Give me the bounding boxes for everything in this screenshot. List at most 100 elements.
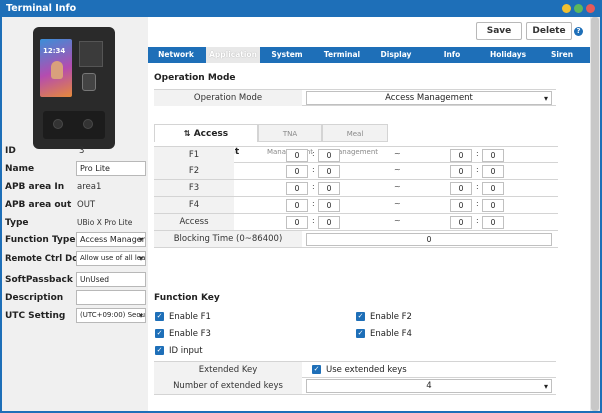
- type-row: Type UBio X Pro Lite: [5, 214, 148, 232]
- type-value: UBio X Pro Lite: [77, 218, 133, 227]
- apb-out-value: OUT: [77, 200, 96, 210]
- checkbox-checked-icon: ✓: [155, 329, 164, 338]
- checkbox-checked-icon: ✓: [155, 312, 164, 321]
- id-label: ID: [5, 146, 16, 156]
- time-colon: :: [312, 182, 315, 191]
- start-hour-input[interactable]: 0: [286, 165, 308, 178]
- apb-in-row: APB area In area1: [5, 178, 148, 196]
- tab-tna-management[interactable]: TNA Management: [258, 124, 322, 156]
- device-sensor-panel: [43, 111, 105, 139]
- start-hour-input[interactable]: 0: [286, 199, 308, 212]
- close-icon[interactable]: [586, 4, 595, 13]
- blocking-time-input[interactable]: 0: [306, 233, 552, 246]
- start-hour-input[interactable]: 0: [286, 149, 308, 162]
- soft-passback-field[interactable]: UnUsed: [76, 272, 146, 287]
- delete-button[interactable]: Delete: [526, 22, 572, 40]
- remote-ctrl-row: Remote Ctrl Door Allow use of all lea: [5, 250, 148, 268]
- time-colon: :: [312, 199, 315, 208]
- start-minute-input[interactable]: 0: [318, 199, 340, 212]
- range-separator: ~: [394, 149, 401, 158]
- time-colon: :: [312, 149, 315, 158]
- id-value: 3: [79, 146, 85, 156]
- tab-info[interactable]: Info: [424, 47, 480, 63]
- range-separator: ~: [394, 216, 401, 225]
- description-input[interactable]: [76, 290, 146, 305]
- name-row: Name Pro Lite: [5, 160, 148, 178]
- type-label: Type: [5, 218, 29, 228]
- help-icon[interactable]: ?: [574, 27, 583, 36]
- start-hour-input[interactable]: 0: [286, 182, 308, 195]
- maximize-icon[interactable]: [574, 4, 583, 13]
- function-type-select[interactable]: Access Managemen: [76, 232, 146, 247]
- end-minute-input[interactable]: 0: [482, 149, 504, 162]
- operation-mode-value: Access Management: [385, 93, 473, 103]
- end-hour-input[interactable]: 0: [450, 199, 472, 212]
- utc-select[interactable]: (UTC+09:00) Seoul: [76, 308, 146, 323]
- num-extended-keys-select[interactable]: 4 ▾: [306, 379, 552, 393]
- function-type-row: Function Type Access Managemen: [5, 231, 148, 249]
- end-minute-input[interactable]: 0: [482, 182, 504, 195]
- access-time-row: F3 0:0 ~0:0: [154, 180, 558, 197]
- tab-access-management[interactable]: ⇅ Access Management: [154, 124, 258, 157]
- start-hour-input[interactable]: 0: [286, 216, 308, 229]
- terminal-info-window: 12:34 ID 3 Name Pro Lite APB area In are…: [2, 17, 600, 411]
- blocking-time-row: Blocking Time (0~86400) 0: [154, 231, 558, 248]
- time-colon: :: [476, 165, 479, 174]
- end-hour-input[interactable]: 0: [450, 165, 472, 178]
- soft-passback-row: SoftPassback UnUsed: [5, 271, 148, 289]
- device-face-image: [51, 61, 63, 79]
- function-type-label: Function Type: [5, 235, 76, 245]
- tab-system[interactable]: System: [262, 47, 312, 63]
- tab-siren[interactable]: Siren: [536, 47, 588, 63]
- fingerprint-icon: [82, 73, 96, 91]
- settings-content: Save Delete ? Network Application System…: [148, 17, 590, 411]
- end-hour-input[interactable]: 0: [450, 216, 472, 229]
- soft-passback-label: SoftPassback: [5, 275, 73, 285]
- checkbox-checked-icon: ✓: [356, 312, 365, 321]
- access-time-row: F4 0:0 ~0:0: [154, 197, 558, 214]
- utc-row: UTC Setting (UTC+09:00) Seoul: [5, 307, 148, 325]
- range-separator: ~: [394, 199, 401, 208]
- chevron-down-icon: ▾: [543, 94, 548, 103]
- name-input[interactable]: Pro Lite: [76, 161, 146, 176]
- end-minute-input[interactable]: 0: [482, 165, 504, 178]
- access-row-label: F4: [154, 197, 234, 213]
- end-hour-input[interactable]: 0: [450, 149, 472, 162]
- start-minute-input[interactable]: 0: [318, 216, 340, 229]
- scrollbar-thumb[interactable]: [591, 17, 599, 411]
- access-row-label: F3: [154, 180, 234, 196]
- remote-ctrl-select[interactable]: Allow use of all lea: [76, 251, 146, 266]
- access-time-row: F1 0:0 ~0:0: [154, 146, 558, 163]
- apb-in-value: area1: [77, 182, 102, 192]
- sensor-dot: [53, 119, 63, 129]
- operation-mode-select[interactable]: Access Management ▾: [306, 91, 552, 105]
- minimize-icon[interactable]: [562, 4, 571, 13]
- start-minute-input[interactable]: 0: [318, 182, 340, 195]
- save-button[interactable]: Save: [476, 22, 522, 40]
- utc-label: UTC Setting: [5, 311, 66, 321]
- extended-key-label: Extended Key: [154, 362, 302, 378]
- checkbox-checked-icon: ✓: [155, 346, 164, 355]
- name-label: Name: [5, 164, 35, 174]
- description-row: Description: [5, 289, 148, 307]
- end-minute-input[interactable]: 0: [482, 199, 504, 212]
- end-minute-input[interactable]: 0: [482, 216, 504, 229]
- checkbox-checked-icon: ✓: [356, 329, 365, 338]
- end-hour-input[interactable]: 0: [450, 182, 472, 195]
- tab-display[interactable]: Display: [370, 47, 422, 63]
- terminal-summary-panel: 12:34 ID 3 Name Pro Lite APB area In are…: [2, 17, 148, 411]
- tab-meal-management[interactable]: Meal Management: [322, 124, 388, 156]
- start-minute-input[interactable]: 0: [318, 165, 340, 178]
- tab-network[interactable]: Network: [148, 47, 204, 63]
- access-time-row: Access 0:0 ~0:0: [154, 214, 558, 231]
- apb-out-row: APB area out OUT: [5, 196, 148, 214]
- vertical-scrollbar[interactable]: [590, 17, 600, 411]
- start-minute-input[interactable]: 0: [318, 149, 340, 162]
- tab-terminal[interactable]: Terminal: [314, 47, 370, 63]
- tab-application[interactable]: Application: [206, 47, 260, 63]
- num-extended-keys-row: Number of extended keys 4 ▾: [154, 378, 556, 395]
- device-keypad: [79, 41, 103, 67]
- operation-mode-row: Operation Mode Access Management ▾: [154, 89, 556, 106]
- num-extended-keys-value: 4: [426, 381, 432, 391]
- tab-holidays[interactable]: Holidays: [480, 47, 536, 63]
